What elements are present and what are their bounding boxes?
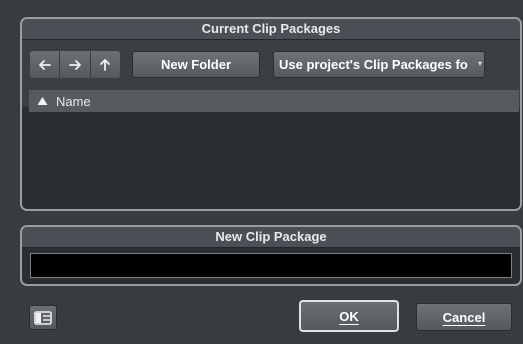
arrow-up-icon (100, 58, 111, 71)
current-clip-packages-title: Current Clip Packages (22, 19, 520, 40)
current-clip-packages-panel: Current Clip Packages New Folder Use pro… (20, 17, 522, 211)
new-folder-button[interactable]: New Folder (132, 51, 260, 78)
ok-label: OK (339, 308, 359, 324)
location-select[interactable]: Use project's Clip Packages fo ▾ (273, 51, 485, 78)
name-column-header[interactable]: Name (29, 90, 519, 112)
package-name-input[interactable] (30, 253, 512, 278)
layout-toggle-button[interactable] (29, 305, 57, 330)
clip-package-list[interactable]: Name (29, 90, 519, 207)
forward-button[interactable] (60, 51, 91, 78)
location-select-value: Use project's Clip Packages fo (279, 57, 468, 72)
back-button[interactable] (30, 51, 61, 78)
new-clip-package-title: New Clip Package (22, 227, 520, 248)
arrow-left-icon (38, 59, 51, 70)
up-button[interactable] (90, 51, 120, 78)
arrow-right-icon (69, 59, 81, 70)
name-column-label: Name (56, 93, 91, 109)
cancel-label: Cancel (442, 309, 486, 325)
clip-package-dialog: Current Clip Packages New Folder Use pro… (0, 0, 523, 344)
layout-toggle-icon (34, 310, 52, 325)
sort-ascending-icon (37, 97, 48, 105)
ok-button[interactable]: OK (299, 300, 399, 332)
navigation-group (30, 51, 120, 78)
cancel-button[interactable]: Cancel (416, 303, 512, 331)
dropdown-arrow-icon: ▾ (477, 59, 482, 68)
new-clip-package-panel: New Clip Package (20, 225, 522, 286)
